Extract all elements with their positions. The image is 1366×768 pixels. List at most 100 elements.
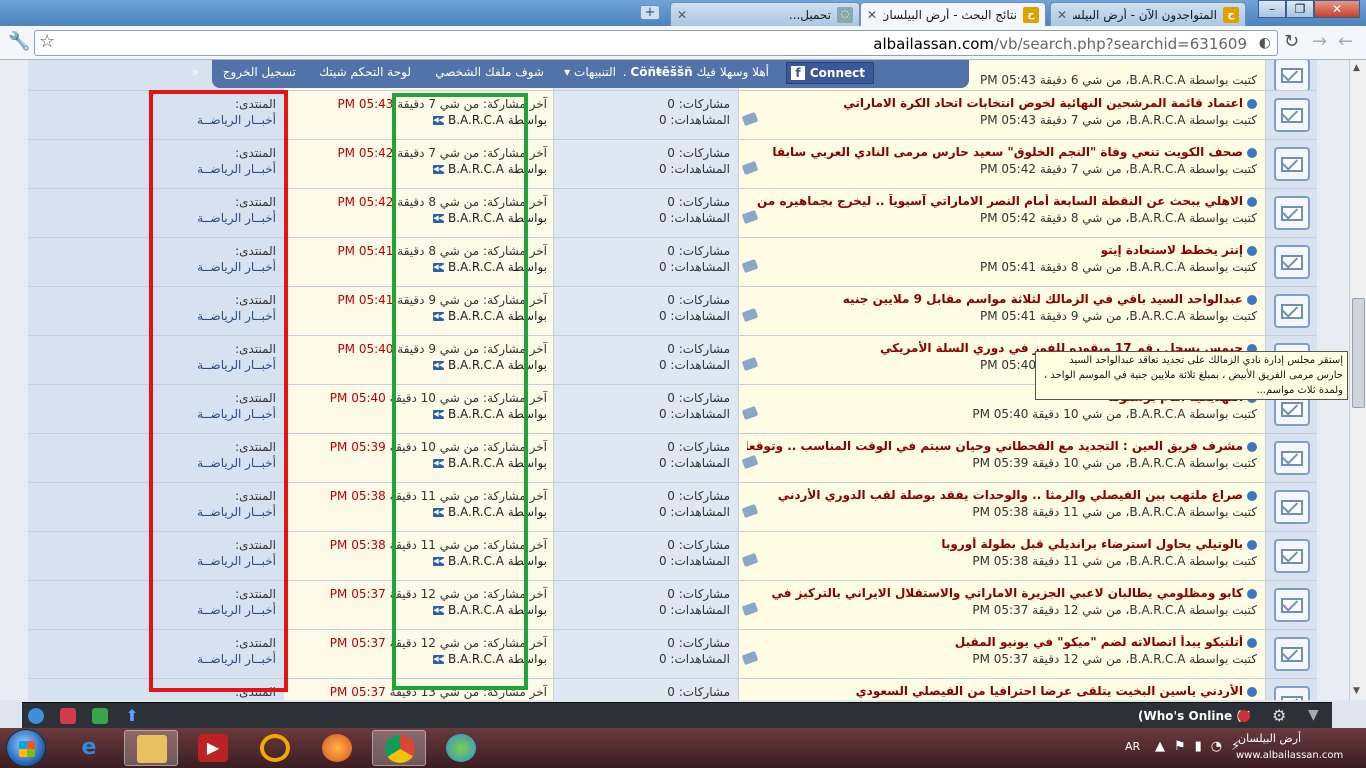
tag-icon[interactable] <box>741 650 759 666</box>
thread-title-text[interactable]: مشرف فريق العين : التجديد مع القحطاني وح… <box>747 439 1243 453</box>
tab-loading[interactable]: ◌ تحميل... ✕ <box>670 2 860 26</box>
thread-title-text[interactable]: بالوتيلي يحاول استرضاء برانديلي قبل بطول… <box>941 537 1243 551</box>
browser-toolbar: 🔧 ☆ albailassan.com/vb/search.php?search… <box>0 26 1366 60</box>
thread-title-link[interactable]: بالوتيلي يحاول استرضاء برانديلي قبل بطول… <box>941 537 1257 551</box>
reload-icon[interactable]: ↻ <box>1284 33 1299 51</box>
new-tab-button[interactable]: + <box>640 5 660 20</box>
tag-icon[interactable] <box>741 209 759 225</box>
thread-title-text[interactable]: صراع ملتهب بين الفيصلي والرمثا .. والوحد… <box>778 488 1243 502</box>
taskbar-firefox[interactable] <box>310 730 364 766</box>
thread-meta: كتبت بواسطة B.A.R.C.A، من شي 12 دقيقة 05… <box>972 652 1257 666</box>
tab-close-icon[interactable]: ✕ <box>1057 8 1067 22</box>
thread-title-text[interactable]: أتلتيكو يبدأ اتصالاته لضم "ميكو" في يوني… <box>955 635 1243 649</box>
stats-cell: مشاركات: 0 المشاهدات: 0 <box>553 336 738 384</box>
thread-meta: كتبت بواسطة B.A.R.C.A، من شي 9 دقيقة 05:… <box>979 309 1257 323</box>
whos-online-link[interactable]: (Who's Online (7 <box>1138 709 1250 723</box>
start-button[interactable] <box>6 729 46 767</box>
scroll-down-icon[interactable]: ▼ <box>1353 686 1360 696</box>
gear-icon[interactable]: ⚙ <box>1272 706 1286 725</box>
thread-title-link[interactable]: أتلتيكو يبدأ اتصالاته لضم "ميكو" في يوني… <box>955 635 1257 649</box>
taskbar-explorer[interactable] <box>124 730 178 766</box>
chat-share-icon[interactable] <box>92 708 108 724</box>
url-text: albailassan.com/vb/search.php?searchid=6… <box>873 35 1247 53</box>
windows-logo-icon <box>19 741 35 757</box>
thread-title-link[interactable]: اعتماد قائمة المرشحين النهائية لخوض انتخ… <box>843 96 1257 110</box>
thread-title-text[interactable]: اعتماد قائمة المرشحين النهائية لخوض انتخ… <box>843 96 1243 110</box>
site-favicon-icon: ح <box>1023 6 1039 23</box>
thread-title-text[interactable]: الاهلي يبحث عن النقطة السابعة أمام النصر… <box>757 194 1243 208</box>
thread-status-cell <box>1265 189 1317 237</box>
thread-title-link[interactable]: الاهلي يبحث عن النقطة السابعة أمام النصر… <box>757 194 1257 208</box>
nav-notifications[interactable]: التنبيهات ▾ <box>564 65 616 79</box>
thread-title-text[interactable]: كابو ومظلومي يطالبان لاعبي الجزيرة الاما… <box>771 586 1243 600</box>
nav-my-profile[interactable]: شوف ملفك الشخصي <box>435 65 544 79</box>
thread-bullet-icon <box>1247 196 1257 207</box>
users-icon[interactable] <box>1238 710 1250 722</box>
envelope-icon <box>1274 588 1310 622</box>
views-count: المشاهدات: 0 <box>658 505 730 519</box>
tab-close-icon[interactable]: ✕ <box>677 8 687 22</box>
wrench-icon[interactable]: 🔧 <box>8 33 30 51</box>
scroll-up-icon[interactable]: ▲ <box>1353 63 1360 73</box>
thread-cell: صحف الكويت تنعي وفاة "النجم الخلوق" سعيد… <box>738 140 1265 188</box>
minimize-button[interactable]: – <box>1258 0 1286 18</box>
taskbar-media[interactable]: ▶ <box>186 730 240 766</box>
last-post-time: 05:37 PM <box>329 636 386 650</box>
thread-cell: الاهلي يبحث عن النقطة السابعة أمام النصر… <box>738 189 1265 237</box>
tag-icon[interactable] <box>741 405 759 421</box>
thread-title-text[interactable]: عبدالواحد السيد باقي في الزمالك لثلاثة م… <box>843 292 1243 306</box>
tag-icon[interactable] <box>741 111 759 127</box>
thread-status-cell <box>1265 581 1317 629</box>
thread-title-link[interactable]: مشرف فريق العين : التجديد مع القحطاني وح… <box>747 439 1257 453</box>
page-info-icon[interactable]: ◐ <box>1259 34 1271 52</box>
close-window-button[interactable]: ✕ <box>1314 0 1360 18</box>
tab-online-users[interactable]: ح المتواجدون الآن - أرض البيلسان ✕ <box>1050 2 1246 26</box>
thread-title-link[interactable]: صحف الكويت تنعي وفاة "النجم الخلوق" سعيد… <box>772 145 1257 159</box>
forward-icon[interactable]: → <box>1312 33 1327 51</box>
maximize-button[interactable]: ❐ <box>1286 0 1314 18</box>
tag-icon[interactable] <box>741 307 759 323</box>
tab-close-icon[interactable]: ✕ <box>867 8 877 22</box>
tag-icon[interactable] <box>741 503 759 519</box>
scroll-thumb[interactable] <box>1352 298 1365 408</box>
forum-navbar: f Connect أهلا وسهلا فيك Cöñŧēššñ . التن… <box>192 60 969 88</box>
thread-bullet-icon <box>1247 637 1257 648</box>
nav-control-panel[interactable]: لوحة التحكم شيتك <box>319 65 411 79</box>
back-icon[interactable]: ← <box>1338 33 1353 51</box>
thread-title-link[interactable]: صراع ملتهب بين الفيصلي والرمثا .. والوحد… <box>778 488 1257 502</box>
replies-count: مشاركات: 0 <box>667 391 730 405</box>
thread-title-link[interactable]: إنتر يخطط لاستعادة إيتو <box>1101 243 1257 257</box>
tab-search-results[interactable]: ح نتائج البحث - أرض البيلسان ✕ <box>860 2 1046 26</box>
firefox-icon <box>322 734 352 762</box>
taskbar-app4[interactable] <box>248 730 302 766</box>
collapse-chevron-icon[interactable]: ▼ <box>1308 707 1319 723</box>
tag-icon[interactable] <box>741 258 759 274</box>
username-link[interactable]: Cöñŧēššñ <box>630 65 692 79</box>
tag-icon[interactable] <box>741 356 759 372</box>
nav-logout[interactable]: تسجيل الخروج <box>223 65 296 79</box>
thread-title-text[interactable]: إنتر يخطط لاستعادة إيتو <box>1101 243 1243 257</box>
address-bar[interactable]: ☆ albailassan.com/vb/search.php?searchid… <box>34 30 1278 56</box>
taskbar-ie[interactable]: e <box>62 730 116 766</box>
thread-title-link[interactable]: الأردني ياسين البخيت يتلقى عرضا احترافيا… <box>856 684 1257 698</box>
windows-taskbar: e ▶ AR ▲⚑▮◔⚡ <box>0 728 1366 768</box>
views-count: المشاهدات: 0 <box>658 358 730 372</box>
thread-title-link[interactable]: عبدالواحد السيد باقي في الزمالك لثلاثة م… <box>843 292 1257 306</box>
taskbar-chrome[interactable] <box>372 730 426 766</box>
thread-title-text[interactable]: صحف الكويت تنعي وفاة "النجم الخلوق" سعيد… <box>772 145 1243 159</box>
thread-title-link[interactable]: كابو ومظلومي يطالبان لاعبي الجزيرة الاما… <box>771 586 1257 600</box>
tag-icon[interactable] <box>741 454 759 470</box>
tag-icon[interactable] <box>741 601 759 617</box>
chat-up-arrow-icon[interactable]: ⬆ <box>124 708 140 724</box>
chat-status-icon[interactable] <box>28 708 44 724</box>
chat-rss-icon[interactable] <box>60 708 76 724</box>
taskbar-messenger[interactable] <box>434 730 488 766</box>
page-scrollbar[interactable]: ▲ ▼ <box>1349 60 1366 700</box>
tag-icon[interactable] <box>741 160 759 176</box>
facebook-connect-button[interactable]: f Connect <box>786 62 874 84</box>
replies-count: مشاركات: 0 <box>667 146 730 160</box>
tag-icon[interactable] <box>741 552 759 568</box>
bookmark-star-icon[interactable]: ☆ <box>39 33 55 51</box>
language-indicator[interactable]: AR <box>1125 740 1140 753</box>
thread-title-text[interactable]: الأردني ياسين البخيت يتلقى عرضا احترافيا… <box>856 684 1243 698</box>
